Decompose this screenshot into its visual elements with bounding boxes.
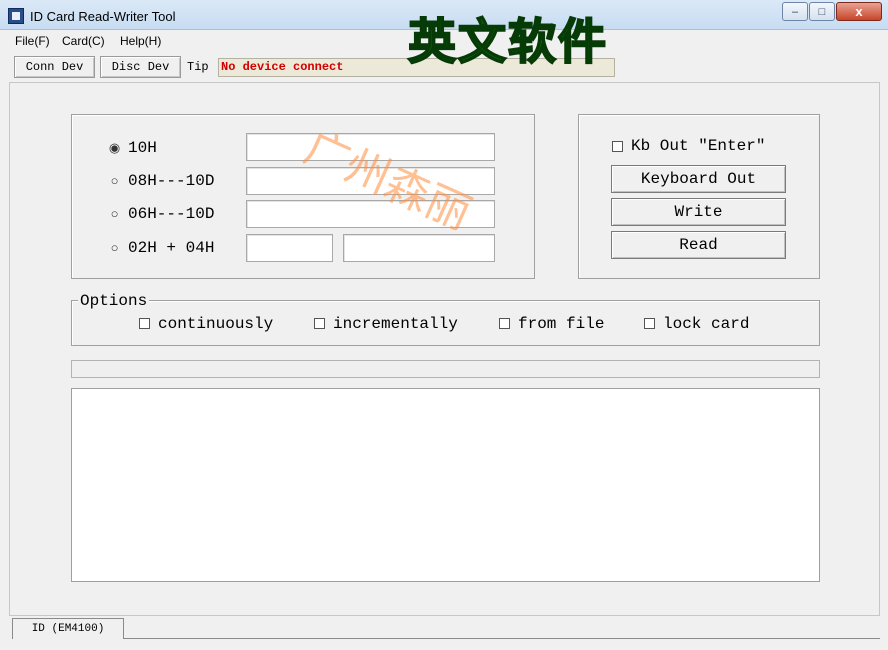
radio-10h-label: 10H [128,139,157,157]
04h-input[interactable] [343,234,495,262]
menu-help[interactable]: Help(H) [120,34,161,48]
read-button[interactable]: Read [611,231,786,259]
lock-card-label: lock card [663,315,750,333]
window-title: ID Card Read-Writer Tool [30,9,176,24]
log-textarea[interactable] [71,388,820,582]
incrementally-label: incrementally [333,315,458,333]
continuously-label: continuously [158,315,274,333]
menu-card[interactable]: Card(C) [62,34,105,48]
tab-id-em4100[interactable]: ID (EM4100) [12,618,124,639]
minimize-button[interactable]: – [782,2,808,21]
radio-08h-10d[interactable]: ○ [108,174,121,187]
connect-device-button[interactable]: Conn Dev [14,56,95,78]
keyboard-out-button[interactable]: Keyboard Out [611,165,786,193]
write-button[interactable]: Write [611,198,786,226]
incrementally-checkbox[interactable] [314,318,325,329]
02h-input[interactable] [246,234,333,262]
radio-06h-10d-label: 06H---10D [128,205,215,223]
from-file-label: from file [518,315,605,333]
radio-08h-10d-label: 08H---10D [128,172,215,190]
options-title: Options [78,292,150,310]
kb-enter-checkbox[interactable] [612,141,623,152]
radio-10h[interactable]: ◉ [108,141,121,154]
app-icon [8,8,24,24]
from-file-checkbox[interactable] [499,318,510,329]
menu-file[interactable]: File(F) [15,34,50,48]
continuously-checkbox[interactable] [139,318,150,329]
radio-02h-04h[interactable]: ○ [108,241,121,254]
maximize-button[interactable]: □ [809,2,835,21]
progress-bar [71,360,820,378]
tip-label: Tip [187,60,209,74]
radio-06h-10d[interactable]: ○ [108,207,121,220]
radio-02h-04h-label: 02H + 04H [128,239,215,257]
lock-card-checkbox[interactable] [644,318,655,329]
disconnect-device-button[interactable]: Disc Dev [100,56,181,78]
tab-strip-divider [124,638,880,639]
close-button[interactable]: x [836,2,882,21]
kb-enter-label: Kb Out "Enter" [631,137,766,155]
banner-text: 英文软件 [407,13,609,71]
